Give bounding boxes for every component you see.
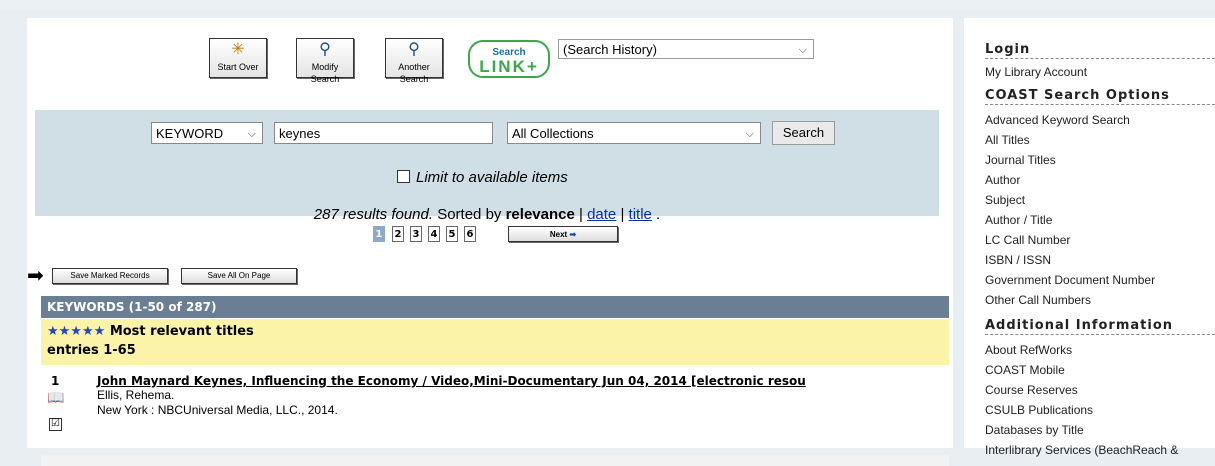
collection-select[interactable]: All Collections ⌵ bbox=[507, 122, 761, 144]
chevron-down-icon: ⌵ bbox=[247, 128, 256, 140]
main-panel: ✳ Start Over ⚲ Modify Search ⚲ Another S… bbox=[27, 18, 953, 466]
book-icon: 📖 bbox=[47, 390, 65, 406]
modify-search-button[interactable]: ⚲ Modify Search bbox=[296, 38, 354, 84]
entries-range: entries 1-65 bbox=[47, 343, 136, 358]
sort-current: relevance bbox=[505, 206, 575, 223]
star-rating-icon: ★★★★★ bbox=[47, 324, 106, 339]
record-checkbox[interactable]: ☑ bbox=[49, 418, 62, 431]
top-stripe bbox=[0, 0, 1215, 10]
next-page-button[interactable]: Next ➡ bbox=[508, 226, 618, 242]
collection-value: All Collections bbox=[512, 126, 594, 141]
search-input[interactable]: keynes bbox=[274, 122, 493, 144]
search-box: KEYWORD ⌵ keynes All Collections ⌵ Searc… bbox=[35, 110, 939, 223]
binoculars-icon: ⚲ bbox=[319, 41, 331, 58]
start-over-button[interactable]: ✳ Start Over bbox=[209, 38, 267, 78]
sparkle-icon: ✳ bbox=[231, 41, 245, 58]
search-field-select[interactable]: KEYWORD ⌵ bbox=[151, 122, 263, 144]
next-record-partial bbox=[41, 455, 949, 466]
sidebar-item-other-call-numbers[interactable]: Other Call Numbers bbox=[985, 292, 1091, 308]
page-4-link[interactable]: 4 bbox=[428, 226, 440, 242]
search-button[interactable]: Search bbox=[772, 121, 835, 145]
record-number: 1 bbox=[51, 374, 60, 388]
search-query-value: keynes bbox=[279, 126, 321, 141]
sidebar-item-course-reserves[interactable]: Course Reserves bbox=[985, 382, 1078, 398]
sorted-by-label: Sorted by bbox=[437, 206, 502, 223]
search-history-value: (Search History) bbox=[563, 42, 657, 57]
sidebar-item-journal-titles[interactable]: Journal Titles bbox=[985, 152, 1056, 168]
search-history-select[interactable]: (Search History) ⌵ bbox=[558, 39, 814, 59]
sidebar-item-isbn-issn[interactable]: ISBN / ISSN bbox=[985, 252, 1051, 268]
separator: | bbox=[620, 206, 625, 223]
page-5-link[interactable]: 5 bbox=[446, 226, 458, 242]
keywords-bar: KEYWORDS (1-50 of 287) bbox=[41, 296, 949, 318]
sidebar-item-subject[interactable]: Subject bbox=[985, 192, 1025, 208]
modify-search-label: Modify Search bbox=[310, 62, 340, 84]
sidebar-item-all-titles[interactable]: All Titles bbox=[985, 132, 1030, 148]
my-library-account-link[interactable]: My Library Account bbox=[985, 64, 1087, 80]
chevron-down-icon: ⌵ bbox=[798, 44, 807, 56]
sort-title-link[interactable]: title bbox=[629, 206, 652, 223]
chevron-down-icon: ⌵ bbox=[745, 128, 754, 140]
start-over-label: Start Over bbox=[217, 62, 259, 72]
sort-date-link[interactable]: date bbox=[587, 206, 616, 223]
sidebar-item-csulb-publications[interactable]: CSULB Publications bbox=[985, 402, 1093, 418]
login-heading: Login bbox=[985, 42, 1215, 59]
another-search-label: Another Search bbox=[398, 62, 430, 84]
sidebar-item-databases-by-title[interactable]: Databases by Title bbox=[985, 422, 1084, 438]
save-marked-records-button[interactable]: Save Marked Records bbox=[52, 268, 168, 284]
arrow-right-icon: ➡ bbox=[27, 263, 44, 287]
sidebar: Login My Library Account COAST Search Op… bbox=[964, 18, 1215, 457]
sidebar-item-author-title[interactable]: Author / Title bbox=[985, 212, 1052, 228]
page-6-link[interactable]: 6 bbox=[464, 226, 476, 242]
arrow-right-icon: ➡ bbox=[569, 230, 577, 239]
record-title-link[interactable]: John Maynard Keynes, Influencing the Eco… bbox=[97, 374, 806, 388]
coast-heading: COAST Search Options bbox=[985, 88, 1215, 105]
sidebar-item-coast-mobile[interactable]: COAST Mobile bbox=[985, 362, 1065, 378]
relevance-heading: Most relevant titles bbox=[109, 324, 254, 339]
search-field-value: KEYWORD bbox=[156, 126, 224, 141]
save-all-on-page-button[interactable]: Save All On Page bbox=[181, 268, 297, 284]
limit-checkbox[interactable] bbox=[397, 170, 410, 183]
page-1-link[interactable]: 1 bbox=[373, 226, 385, 242]
svg-text:LINK+: LINK+ bbox=[479, 57, 539, 76]
additional-info-heading: Additional Information bbox=[985, 318, 1215, 335]
sidebar-item-gov-doc-number[interactable]: Government Document Number bbox=[985, 272, 1155, 288]
results-summary: 287 results found. Sorted by relevance |… bbox=[35, 206, 939, 223]
separator: | bbox=[579, 206, 583, 223]
results-count: 287 results found. bbox=[313, 206, 434, 223]
limit-available-option[interactable]: Limit to available items bbox=[397, 169, 568, 186]
record-publisher: New York : NBCUniversal Media, LLC., 201… bbox=[97, 403, 338, 417]
page-3-link[interactable]: 3 bbox=[410, 226, 422, 242]
pagination: 1 2 3 4 5 6 Next ➡ bbox=[373, 223, 626, 245]
record-author: Ellis, Rehema. bbox=[97, 388, 175, 402]
magnifier-icon: ⚲ bbox=[408, 41, 420, 58]
another-search-button[interactable]: ⚲ Another Search bbox=[385, 38, 443, 84]
next-label: Next bbox=[549, 230, 568, 239]
relevance-box: ★★★★★ Most relevant titles entries 1-65 bbox=[41, 319, 949, 365]
period: . bbox=[656, 206, 661, 223]
limit-label: Limit to available items bbox=[416, 169, 568, 186]
sidebar-item-lc-call-number[interactable]: LC Call Number bbox=[985, 232, 1070, 248]
searchlink-button[interactable]: Search LINK+ bbox=[468, 40, 552, 78]
page-2-link[interactable]: 2 bbox=[392, 226, 404, 242]
sidebar-item-about-refworks[interactable]: About RefWorks bbox=[985, 342, 1072, 358]
sidebar-item-author[interactable]: Author bbox=[985, 172, 1020, 188]
sidebar-item-advanced-keyword[interactable]: Advanced Keyword Search bbox=[985, 112, 1130, 128]
sidebar-item-interlibrary-services[interactable]: Interlibrary Services (BeachReach & bbox=[985, 442, 1178, 458]
searchlink-logo: Search LINK+ bbox=[468, 40, 550, 78]
